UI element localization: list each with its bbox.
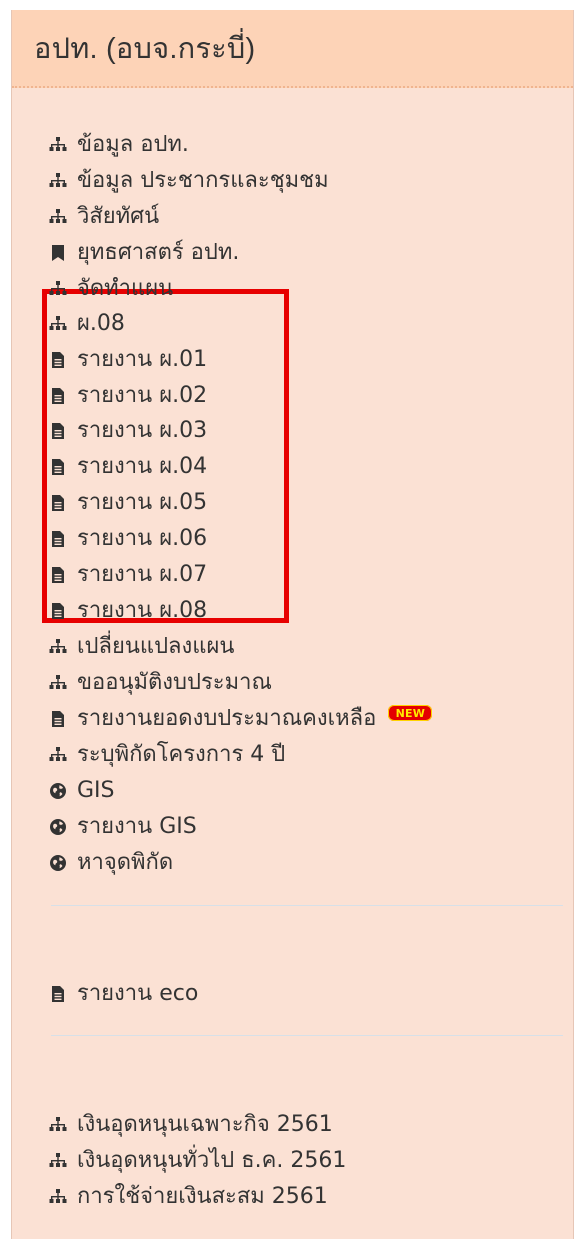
menu-label: รายงาน ผ.07 [77,562,208,587]
sitemap-icon [49,1116,67,1134]
menu-label: จัดทำแผน [77,276,174,301]
new-badge: NEW [388,705,433,721]
menu-label: ขออนุมัติงบประมาณ [77,670,272,695]
document-icon [49,710,67,728]
menu-label: รายงาน ผ.08 [77,598,208,623]
globe-icon [49,818,67,836]
menu-item-specific-subsidy-2561[interactable]: เงินอุดหนุนเฉพาะกิจ 2561 [49,1110,333,1140]
divider [51,1035,563,1036]
menu-item-report-p03[interactable]: รายงาน ผ.03 [49,416,207,446]
document-icon [49,422,67,440]
globe-icon [49,782,67,800]
menu-item-find-coordinates[interactable]: หาจุดพิกัด [49,848,173,878]
menu-item-report-p06[interactable]: รายงาน ผ.06 [49,524,207,554]
menu-item-report-p02[interactable]: รายงาน ผ.02 [49,381,207,411]
menu-label: รายงาน ผ.05 [77,490,208,515]
menu-label: ข้อมูล อปท. [77,132,189,157]
menu-label: รายงาน ผ.03 [77,418,208,443]
sitemap-icon [49,1188,67,1206]
menu-label: รายงาน ผ.06 [77,526,208,551]
menu-item-general-subsidy-dec-2561[interactable]: เงินอุดหนุนทั่วไป ธ.ค. 2561 [49,1146,346,1176]
menu-label: รายงาน ผ.02 [77,383,208,408]
menu-label: วิสัยทัศน์ [77,204,160,229]
menu-label: เงินอุดหนุนเฉพาะกิจ 2561 [77,1112,333,1137]
menu-item-accumulated-spending-2561[interactable]: การใช้จ่ายเงินสะสม 2561 [49,1182,328,1212]
menu-item-make-plan[interactable]: จัดทำแผน [49,274,173,304]
document-icon [49,985,67,1003]
sitemap-icon [49,638,67,656]
document-icon [49,530,67,548]
menu-label: GIS [77,778,115,803]
panel-title: อปท. (อบจ.กระบี่) [34,33,256,65]
menu-label: ข้อมูล ประชากรและชุมชม [77,168,329,193]
menu-item-remaining-budget-report[interactable]: รายงานยอดงบประมาณคงเหลือ NEW [49,704,433,734]
menu-label: รายงาน ผ.04 [77,454,208,479]
menu-label: เงินอุดหนุนทั่วไป ธ.ค. 2561 [77,1148,347,1173]
menu-item-project-coordinates-4-years[interactable]: ระบุพิกัดโครงการ 4 ปี [49,740,285,770]
menu-item-vision[interactable]: วิสัยทัศน์ [49,202,159,232]
sitemap-icon [49,208,67,226]
sitemap-icon [49,315,67,333]
document-icon [49,566,67,584]
menu-label: รายงาน eco [77,981,199,1006]
menu-item-report-p05[interactable]: รายงาน ผ.05 [49,488,207,518]
document-icon [49,458,67,476]
menu-label: รายงาน GIS [77,814,197,839]
menu-label: หาจุดพิกัด [77,850,174,875]
menu-label: ระบุพิกัดโครงการ 4 ปี [77,742,286,767]
menu-label: ยุทธศาสตร์ อปท. [77,240,240,265]
sitemap-icon [49,280,67,298]
divider [51,905,563,906]
menu-item-report-p04[interactable]: รายงาน ผ.04 [49,452,207,482]
menu-item-gis[interactable]: GIS [49,776,115,806]
menu-item-report-p07[interactable]: รายงาน ผ.07 [49,560,207,590]
sitemap-icon [49,136,67,154]
menu-item-report-p08[interactable]: รายงาน ผ.08 [49,596,207,626]
document-icon [49,602,67,620]
menu-label: ผ.08 [77,311,125,336]
menu-item-population-community[interactable]: ข้อมูล ประชากรและชุมชม [49,166,329,196]
document-icon [49,494,67,512]
sitemap-icon [49,172,67,190]
panel-header: อปท. (อบจ.กระบี่) [12,10,573,88]
menu-item-local-admin-info[interactable]: ข้อมูล อปท. [49,130,189,160]
menu-item-gis-report[interactable]: รายงาน GIS [49,812,197,842]
document-icon [49,351,67,369]
globe-icon [49,854,67,872]
menu-item-request-budget[interactable]: ขออนุมัติงบประมาณ [49,668,272,698]
sitemap-icon [49,746,67,764]
bookmark-icon [49,244,67,262]
menu-label: การใช้จ่ายเงินสะสม 2561 [77,1184,328,1209]
document-icon [49,387,67,405]
menu-label: เปลี่ยนแปลงแผน [77,634,235,659]
menu-item-eco-report[interactable]: รายงาน eco [49,979,198,1009]
sitemap-icon [49,674,67,692]
menu-item-change-plan[interactable]: เปลี่ยนแปลงแผน [49,632,234,662]
sidebar-panel: อปท. (อบจ.กระบี่) ข้อมูล อปท. ข้อมูล ประ… [11,10,574,1239]
menu-item-strategy[interactable]: ยุทธศาสตร์ อปท. [49,238,239,268]
menu-label: รายงานยอดงบประมาณคงเหลือ [77,706,377,731]
menu-item-p08[interactable]: ผ.08 [49,309,125,339]
sitemap-icon [49,1152,67,1170]
menu-item-report-p01[interactable]: รายงาน ผ.01 [49,345,207,375]
menu-label: รายงาน ผ.01 [77,347,208,372]
